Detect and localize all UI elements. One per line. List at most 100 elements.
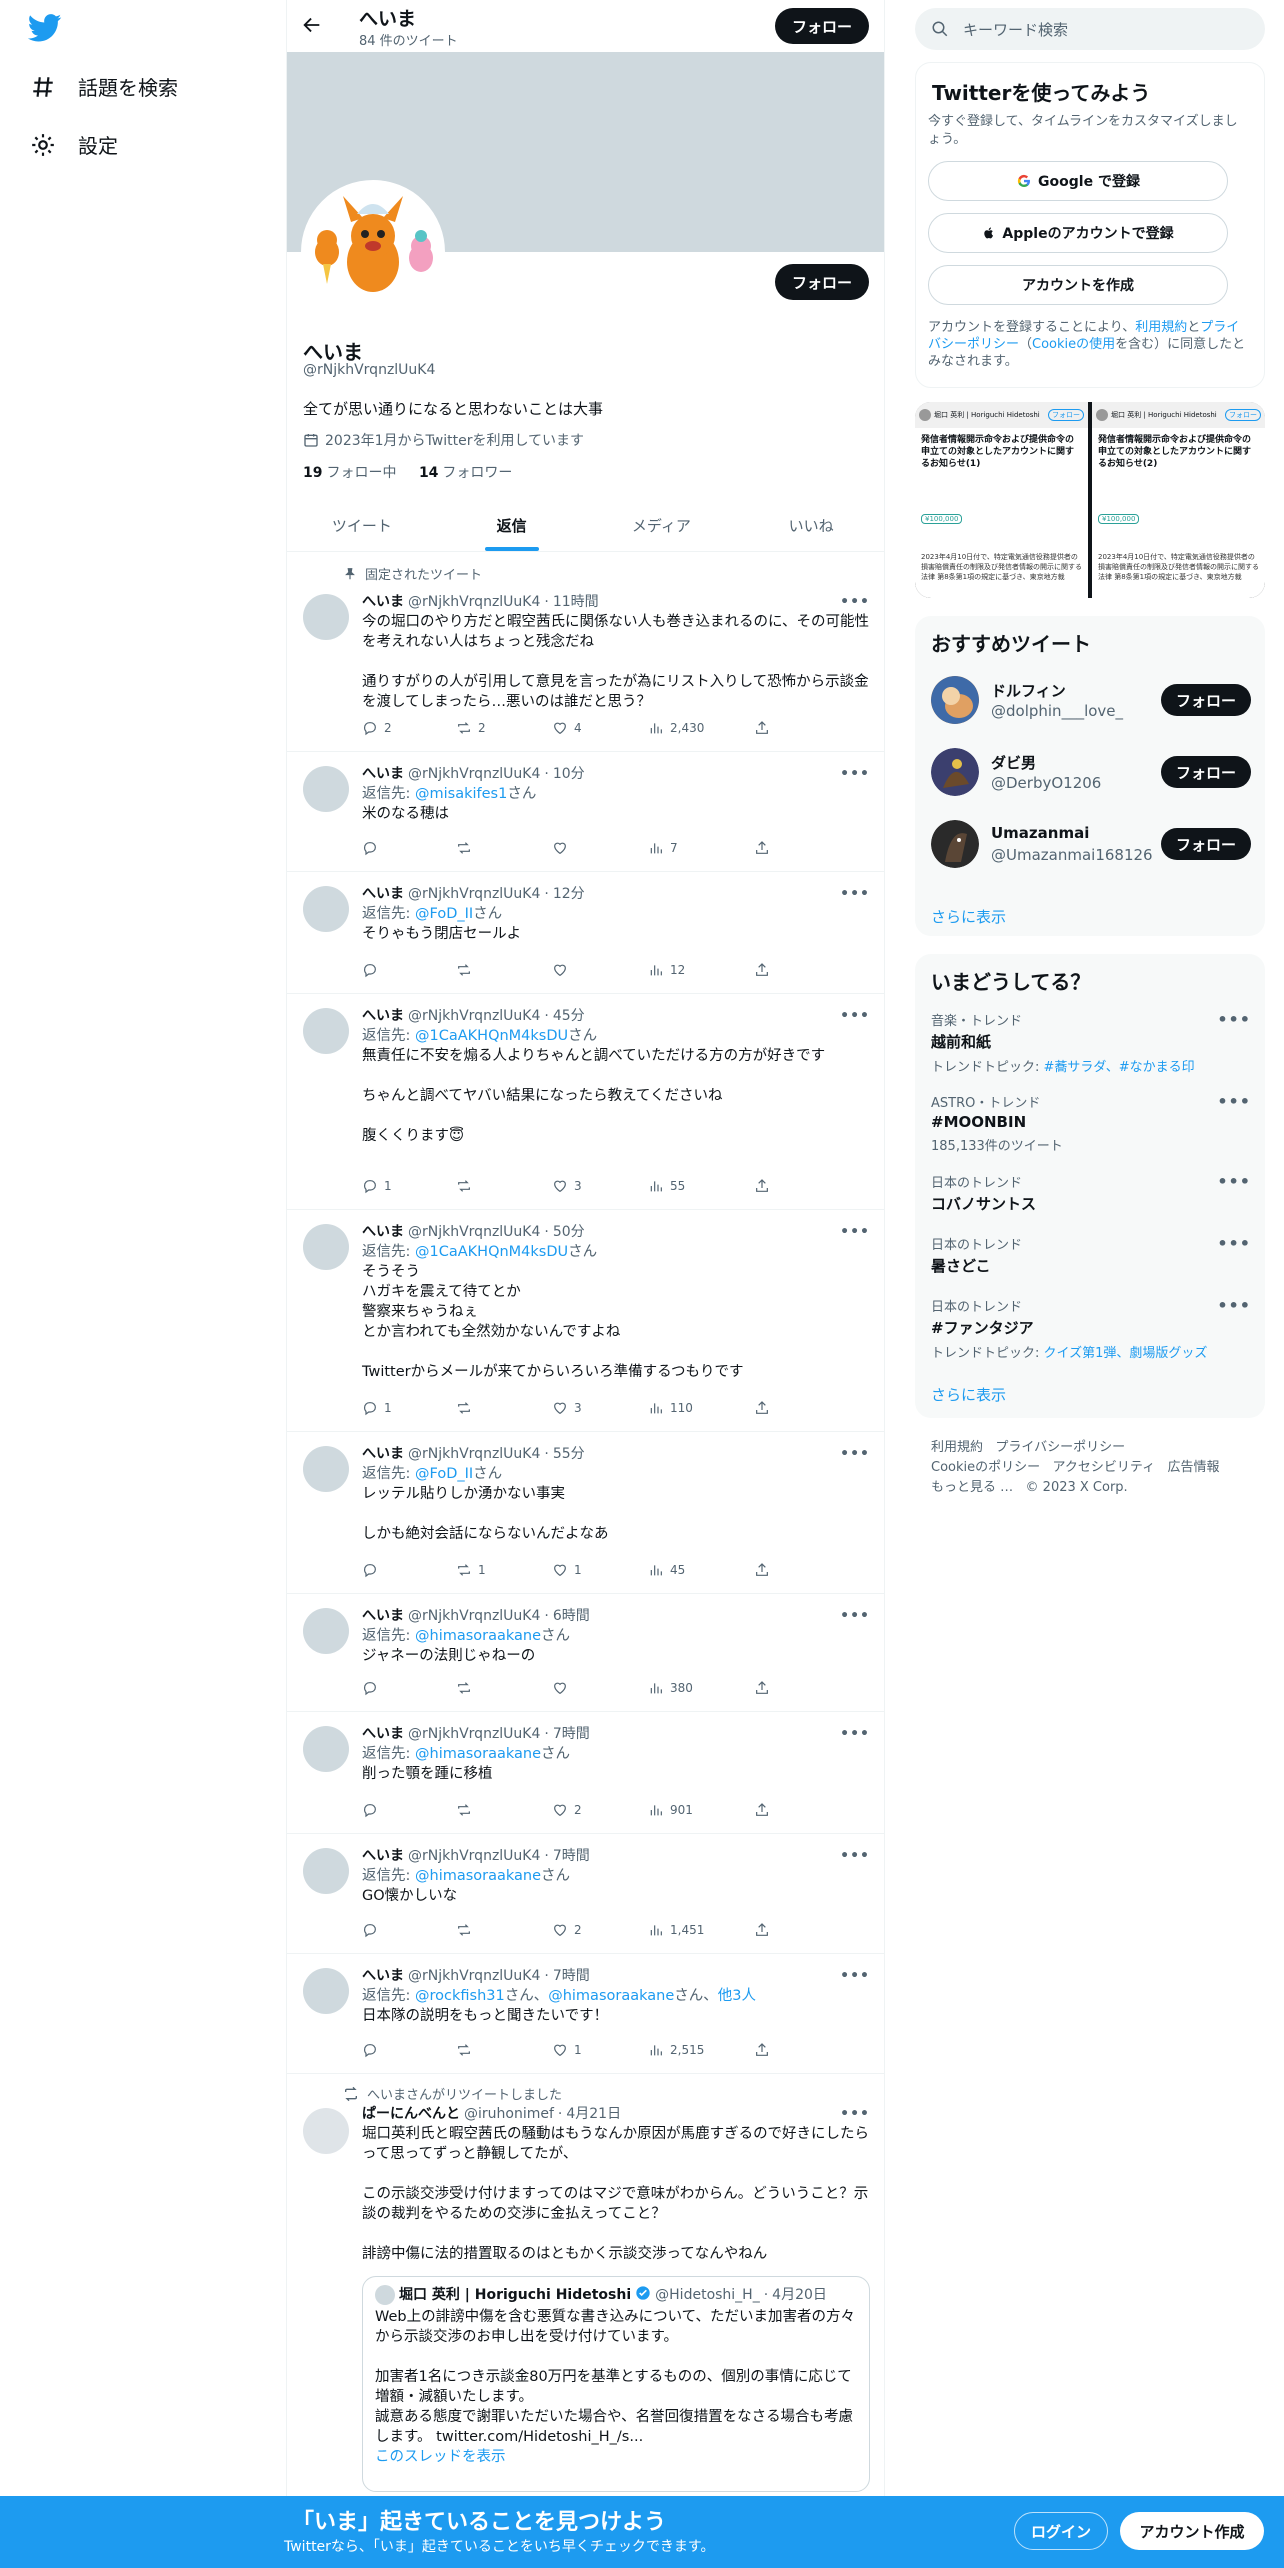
tweet-author-name[interactable]: へいま [362, 1444, 404, 1464]
trend-item[interactable]: 日本のトレンド 暑さどこ ••• [931, 1234, 1251, 1276]
reply-button[interactable]: 1 [362, 1400, 392, 1416]
quote-tweet[interactable]: 堀口 英利 | Horiguchi Hidetoshi @Hidetoshi_H… [362, 2276, 870, 2492]
tweet-time[interactable]: 7時間 [553, 1846, 590, 1866]
reply-to-link[interactable]: @1CaAKHQnM4ksDU [415, 1028, 568, 1044]
tweet-author-name[interactable]: へいま [362, 1006, 404, 1026]
reply-tweet[interactable]: 固定されたツイート へいま @rNjkhVrqnzlUuK4 · 11時間 ••• 今の堀口… [287, 556, 884, 752]
reply-button[interactable]: 1 [362, 1178, 392, 1194]
retweet-button[interactable] [456, 1178, 478, 1194]
more-icon[interactable]: ••• [840, 1606, 870, 1626]
recommended-user[interactable]: ダビ男 @DerbyO1206 フォロー [931, 744, 1251, 800]
avatar[interactable] [303, 1008, 349, 1054]
share-button[interactable] [754, 1802, 770, 1818]
avatar[interactable] [931, 748, 979, 796]
reply-tweet[interactable]: へいま @rNjkhVrqnzlUuK4 · 7時間 ••• 返信先: @rockfish… [287, 1954, 884, 2074]
avatar[interactable] [303, 594, 349, 640]
terms-link[interactable]: 利用規約 [1135, 320, 1187, 335]
cookie-link[interactable]: Cookieの使用 [1032, 337, 1115, 352]
tweet-time[interactable]: 11時間 [553, 592, 599, 612]
trend-sub-link[interactable]: クイズ第1弾、劇場版グッズ [1044, 1346, 1208, 1361]
tab-replies[interactable]: 返信 [437, 500, 587, 551]
share-button[interactable] [754, 1178, 770, 1194]
more-icon[interactable]: ••• [1217, 1234, 1251, 1253]
views-button[interactable]: 2,430 [648, 720, 704, 736]
trend-item[interactable]: 日本のトレンド コバノサントス ••• [931, 1172, 1251, 1214]
avatar[interactable] [303, 886, 349, 932]
reply-tweet[interactable]: へいま @rNjkhVrqnzlUuK4 · 7時間 ••• 返信先: @himasora… [287, 1712, 884, 1834]
reply-tweet[interactable]: へいま @rNjkhVrqnzlUuK4 · 50分 ••• 返信先: @1CaAKHQn… [287, 1210, 884, 1432]
tweet-author-handle[interactable]: @rNjkhVrqnzlUuK4 [408, 884, 540, 904]
recommended-user[interactable]: Umazanmai @Umazanmai168126 フォロー [931, 816, 1251, 872]
reply-tweet[interactable]: へいま @rNjkhVrqnzlUuK4 · 45分 ••• 返信先: @1CaAKHQn… [287, 994, 884, 1210]
tweet-author-handle[interactable]: @rNjkhVrqnzlUuK4 [408, 1006, 540, 1026]
share-button[interactable] [754, 1680, 770, 1696]
reply-to-link[interactable]: @1CaAKHQnM4ksDU [415, 1244, 568, 1260]
tweet-author-name[interactable]: へいま [362, 1724, 404, 1744]
retweet-button[interactable] [456, 840, 478, 856]
like-button[interactable] [552, 962, 574, 978]
tweet-time[interactable]: 7時間 [553, 1724, 590, 1744]
following-link[interactable]: 19 フォロー中 [303, 465, 396, 481]
tweet-author-name[interactable]: へいま [362, 1966, 404, 1986]
views-button[interactable]: 1,451 [648, 1922, 704, 1938]
tweet-author-handle[interactable]: @iruhonimef [464, 2104, 554, 2124]
tweet-author-handle[interactable]: @rNjkhVrqnzlUuK4 [408, 1222, 540, 1242]
reply-button[interactable] [362, 2042, 384, 2058]
like-button[interactable] [552, 1680, 574, 1696]
reply-to-link[interactable]: @himasoraakane [415, 1628, 541, 1644]
more-icon[interactable]: ••• [840, 764, 870, 784]
avatar[interactable] [303, 2108, 349, 2154]
like-button[interactable]: 1 [552, 2042, 582, 2058]
reply-button[interactable] [362, 1922, 384, 1938]
avatar[interactable] [303, 1726, 349, 1772]
signup-button[interactable]: アカウント作成 [1120, 2512, 1264, 2550]
profile-follow-button[interactable]: フォロー [775, 264, 869, 300]
recommended-follow-button[interactable]: フォロー [1161, 756, 1251, 788]
tweet-author-handle[interactable]: @rNjkhVrqnzlUuK4 [408, 1606, 540, 1626]
reply-button[interactable]: 2 [362, 720, 392, 736]
views-button[interactable]: 380 [648, 1680, 693, 1696]
tweet-time[interactable]: 12分 [553, 884, 585, 904]
retweet-item[interactable]: へいまさんがリツイートしました ぱーにんべんと @iruhonimef · 4月… [287, 2074, 884, 2514]
more-icon[interactable]: ••• [840, 2104, 870, 2124]
profile-media-grid[interactable]: 堀口 英利 | Horiguchi Hidetoshi フォロー 発信者情報開示… [915, 402, 1265, 598]
more-icon[interactable]: ••• [1217, 1092, 1251, 1111]
search-box[interactable]: キーワード検索 [915, 8, 1265, 50]
retweet-button[interactable] [456, 1680, 478, 1696]
tweet-author-name[interactable]: へいま [362, 1606, 404, 1626]
more-icon[interactable]: ••• [840, 1444, 870, 1464]
reply-to-link[interactable]: @FoD_II [415, 1466, 473, 1482]
reply-tweet[interactable]: へいま @rNjkhVrqnzlUuK4 · 6時間 ••• 返信先: @himasora… [287, 1594, 884, 1712]
retweet-button[interactable]: 2 [456, 720, 486, 736]
tweet-author-name[interactable]: へいま [362, 1846, 404, 1866]
more-icon[interactable]: ••• [840, 1966, 870, 1986]
footer-terms[interactable]: 利用規約 [931, 1440, 983, 1455]
recommended-follow-button[interactable]: フォロー [1161, 828, 1251, 860]
avatar[interactable] [303, 1608, 349, 1654]
media-image-left[interactable]: 堀口 英利 | Horiguchi Hidetoshi フォロー 発信者情報開示… [915, 402, 1088, 598]
tweet-time[interactable]: 55分 [553, 1444, 585, 1464]
avatar[interactable] [931, 676, 979, 724]
more-icon[interactable]: ••• [840, 1222, 870, 1242]
reply-to-link[interactable]: @himasoraakane [548, 1988, 674, 2004]
share-button[interactable] [754, 2042, 770, 2058]
tweet-author-handle[interactable]: @rNjkhVrqnzlUuK4 [408, 1966, 540, 1986]
reply-to-link[interactable]: @himasoraakane [415, 1746, 541, 1762]
tweet-author-handle[interactable]: @rNjkhVrqnzlUuK4 [408, 1846, 540, 1866]
tweet-author-name[interactable]: へいま [362, 1222, 404, 1242]
twitter-logo-icon[interactable] [28, 14, 62, 42]
share-button[interactable] [754, 1922, 770, 1938]
media-image-right[interactable]: 堀口 英利 | Horiguchi Hidetoshi フォロー 発信者情報開示… [1092, 402, 1265, 598]
header-follow-button[interactable]: フォロー [775, 8, 869, 44]
retweet-button[interactable]: 1 [456, 1562, 486, 1578]
show-thread-link[interactable]: このスレッドを表示 [375, 2447, 857, 2467]
google-signup-button[interactable]: Google で登録 [928, 161, 1228, 201]
avatar[interactable] [931, 820, 979, 868]
more-icon[interactable]: ••• [1217, 1010, 1251, 1029]
reply-tweet[interactable]: へいま @rNjkhVrqnzlUuK4 · 7時間 ••• 返信先: @himasora… [287, 1834, 884, 1954]
trend-item[interactable]: 音楽・トレンド 越前和紙 トレンドトピック: #蕎サラダ、#なかまる印 ••• [931, 1010, 1251, 1075]
share-button[interactable] [754, 840, 770, 856]
footer-accessibility[interactable]: アクセシビリティ [1053, 1460, 1156, 1475]
retweet-button[interactable] [456, 1400, 478, 1416]
tweet-time[interactable]: 6時間 [553, 1606, 590, 1626]
